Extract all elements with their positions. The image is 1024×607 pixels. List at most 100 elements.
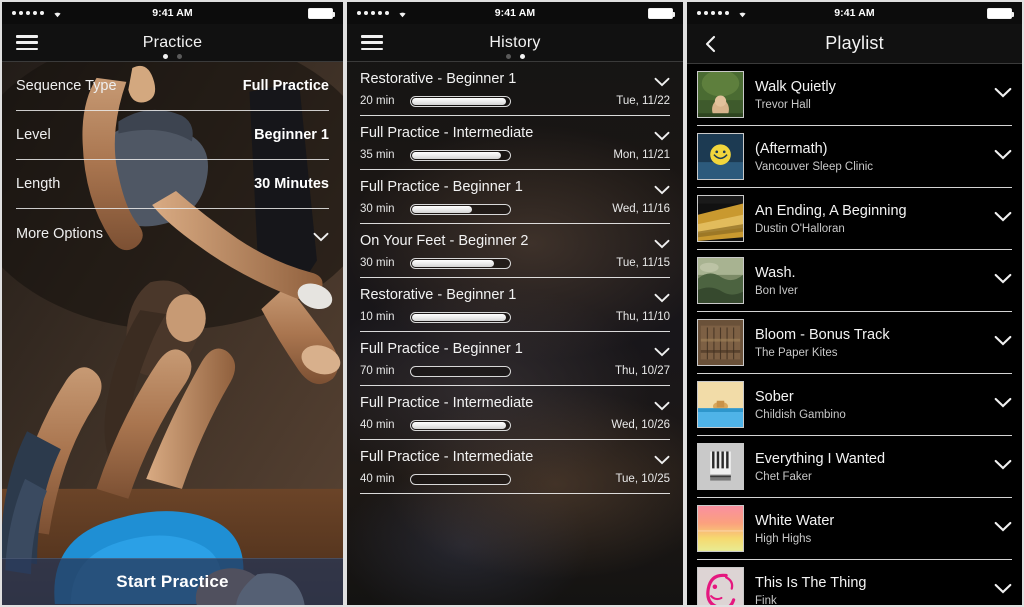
page-title: Practice — [142, 33, 203, 51]
option-row-length[interactable]: Length 30 Minutes — [16, 160, 329, 209]
history-entry-duration: 20 min — [360, 95, 395, 107]
history-screen: 9:41 AM History Restorative - Beginner 1… — [345, 0, 685, 607]
hamburger-menu-icon[interactable] — [361, 35, 383, 50]
chevron-down-icon[interactable] — [994, 396, 1012, 414]
history-entry[interactable]: Full Practice - Intermediate 35 min Mon, 1… — [360, 116, 670, 170]
status-bar: 9:41 AM — [687, 2, 1022, 24]
track-artist: Bon Iver — [755, 284, 798, 297]
history-entry-duration: 30 min — [360, 203, 395, 215]
page-indicator-dots — [347, 54, 683, 59]
chevron-down-icon[interactable] — [654, 236, 670, 249]
playlist-track-row[interactable]: Everything I Wanted Chet Faker — [697, 436, 1012, 498]
playlist-track-row[interactable]: Sober Childish Gambino — [697, 374, 1012, 436]
history-entry-title: Restorative - Beginner 1 — [360, 71, 517, 87]
page-dot-2[interactable] — [177, 54, 182, 59]
start-practice-button[interactable]: Start Practice — [2, 558, 343, 605]
chevron-down-icon[interactable] — [654, 74, 670, 87]
page-dot-2[interactable] — [519, 54, 525, 59]
playlist-track-row[interactable]: Wash. Bon Iver — [697, 250, 1012, 312]
history-entry-title: Full Practice - Beginner 1 — [360, 179, 523, 195]
chevron-down-icon[interactable] — [994, 520, 1012, 538]
history-progress-bar — [410, 473, 511, 485]
history-entry-title: Restorative - Beginner 1 — [360, 287, 517, 303]
track-title: (Aftermath) — [755, 140, 828, 157]
track-title: Walk Quietly — [755, 78, 836, 95]
hamburger-menu-icon[interactable] — [16, 35, 38, 50]
chevron-down-icon[interactable] — [654, 398, 670, 411]
album-art-thumbnail — [697, 381, 744, 428]
chevron-down-icon[interactable] — [654, 182, 670, 195]
three-phone-screenshots: 9:41 AM Practice Sequence Type Full Prac… — [0, 0, 1024, 607]
track-artist: The Paper Kites — [755, 346, 838, 359]
history-entry-date: Wed, 11/16 — [612, 203, 670, 215]
option-row-level[interactable]: Level Beginner 1 — [16, 111, 329, 160]
status-time: 9:41 AM — [152, 7, 193, 19]
option-value: Full Practice — [242, 78, 329, 94]
history-entry[interactable]: Full Practice - Intermediate 40 min Wed, 1… — [360, 386, 670, 440]
album-art-thumbnail — [697, 133, 744, 180]
history-list: Restorative - Beginner 1 20 min Tue, 11/22… — [347, 62, 683, 494]
history-entry[interactable]: Full Practice - Beginner 1 70 min Thu, 10/… — [360, 332, 670, 386]
chevron-down-icon — [313, 229, 329, 241]
track-artist: Trevor Hall — [755, 98, 811, 111]
chevron-left-icon[interactable] — [701, 34, 721, 54]
playlist-track-row[interactable]: Walk Quietly Trevor Hall — [697, 64, 1012, 126]
chevron-down-icon[interactable] — [654, 344, 670, 357]
track-title: White Water — [755, 512, 835, 529]
history-navbar: History — [347, 24, 683, 62]
page-title: History — [489, 33, 541, 51]
history-progress-bar — [410, 419, 511, 431]
history-entry-title: Full Practice - Intermediate — [360, 395, 534, 411]
history-entry-title: Full Practice - Intermediate — [360, 449, 534, 465]
history-entry-duration: 30 min — [360, 257, 395, 269]
history-entry-date: Tue, 11/22 — [616, 95, 670, 107]
history-entry-date: Tue, 10/25 — [615, 473, 670, 485]
chevron-down-icon[interactable] — [654, 128, 670, 141]
playlist-track-row[interactable]: This Is The Thing Fink — [697, 560, 1012, 605]
option-label: Level — [16, 127, 51, 143]
track-artist: Dustin O'Halloran — [755, 222, 845, 235]
history-entry[interactable]: Restorative - Beginner 1 20 min Tue, 11/22 — [360, 62, 670, 116]
chevron-down-icon[interactable] — [994, 210, 1012, 228]
chevron-down-icon[interactable] — [994, 148, 1012, 166]
playlist-screen: 9:41 AM Playlist Walk Quietly Trevor Hall… — [685, 0, 1024, 607]
chevron-down-icon[interactable] — [994, 458, 1012, 476]
history-entry-title: Full Practice - Intermediate — [360, 125, 534, 141]
history-entry-date: Thu, 11/10 — [615, 311, 670, 323]
history-entry-duration: 40 min — [360, 473, 395, 485]
playlist-navbar: Playlist — [687, 24, 1022, 64]
history-entry-duration: 70 min — [360, 365, 395, 377]
history-entry-duration: 40 min — [360, 419, 395, 431]
more-options-row[interactable]: More Options — [16, 209, 329, 258]
playlist-track-row[interactable]: Bloom - Bonus Track The Paper Kites — [697, 312, 1012, 374]
track-title: Sober — [755, 388, 794, 405]
start-practice-label: Start Practice — [116, 572, 229, 591]
page-dot-1[interactable] — [505, 54, 511, 59]
album-art-thumbnail — [697, 505, 744, 552]
chevron-down-icon[interactable] — [994, 86, 1012, 104]
history-entry-title: Full Practice - Beginner 1 — [360, 341, 523, 357]
history-entry-date: Thu, 10/27 — [615, 365, 670, 377]
playlist-track-row[interactable]: An Ending, A Beginning Dustin O'Halloran — [697, 188, 1012, 250]
history-progress-bar — [410, 365, 511, 377]
album-art-thumbnail — [697, 443, 744, 490]
page-indicator-dots — [2, 54, 343, 59]
option-row-sequence-type[interactable]: Sequence Type Full Practice — [16, 62, 329, 111]
playlist-track-row[interactable]: (Aftermath) Vancouver Sleep Clinic — [697, 126, 1012, 188]
history-entry[interactable]: Full Practice - Intermediate 40 min Tue, 1… — [360, 440, 670, 494]
history-entry[interactable]: On Your Feet - Beginner 2 30 min Tue, 11/1… — [360, 224, 670, 278]
chevron-down-icon[interactable] — [994, 582, 1012, 600]
history-entry[interactable]: Restorative - Beginner 1 10 min Thu, 11/10 — [360, 278, 670, 332]
album-art-thumbnail — [697, 567, 744, 605]
chevron-down-icon[interactable] — [654, 452, 670, 465]
history-progress-bar — [410, 149, 511, 161]
chevron-down-icon[interactable] — [994, 334, 1012, 352]
chevron-down-icon[interactable] — [994, 272, 1012, 290]
track-artist: Vancouver Sleep Clinic — [755, 160, 874, 173]
more-options-label: More Options — [16, 225, 104, 242]
chevron-down-icon[interactable] — [654, 290, 670, 303]
practice-screen: 9:41 AM Practice Sequence Type Full Prac… — [0, 0, 345, 607]
page-dot-1[interactable] — [163, 54, 168, 59]
playlist-track-row[interactable]: White Water High Highs — [697, 498, 1012, 560]
history-entry[interactable]: Full Practice - Beginner 1 30 min Wed, 11/… — [360, 170, 670, 224]
